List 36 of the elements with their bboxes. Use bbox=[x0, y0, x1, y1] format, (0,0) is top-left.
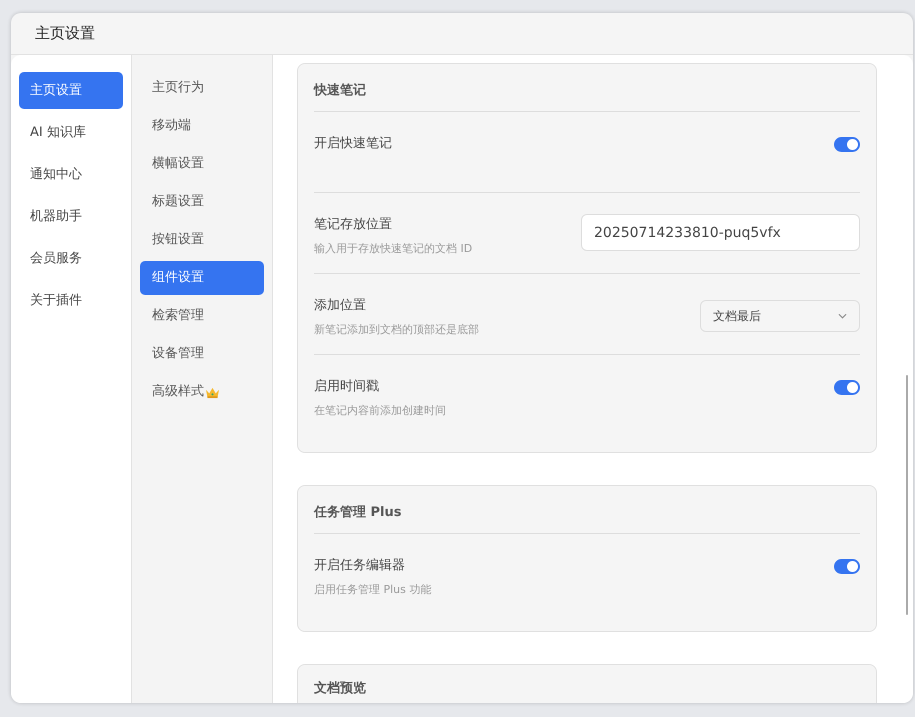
setting-label: 启用时间戳 bbox=[314, 378, 380, 395]
section-title: 快速笔记 bbox=[314, 64, 860, 112]
section-title: 任务管理 Plus bbox=[314, 486, 860, 534]
setting-label: 笔记存放位置 bbox=[314, 216, 393, 233]
subnav-item[interactable]: 移动端 bbox=[140, 109, 264, 143]
subnav-item[interactable]: 高级样式 bbox=[140, 375, 264, 409]
crown-icon bbox=[205, 386, 220, 398]
setting-label: 添加位置 bbox=[314, 297, 367, 314]
window-title: 主页设置 bbox=[35, 24, 95, 43]
nav-item[interactable]: 机器助手 bbox=[19, 198, 123, 235]
subnav-item[interactable]: 组件设置 bbox=[140, 261, 264, 295]
document-id-field[interactable]: 20250714233810-puq5vfx bbox=[581, 214, 860, 251]
nav-item[interactable]: 关于插件 bbox=[19, 282, 123, 319]
position-dropdown[interactable]: 文档最后 bbox=[700, 300, 860, 332]
toggle-switch[interactable] bbox=[834, 380, 860, 395]
setting-description: 新笔记添加到文档的顶部还是底部 bbox=[314, 322, 479, 337]
chevron-down-icon bbox=[838, 313, 847, 319]
nav-item[interactable]: 会员服务 bbox=[19, 240, 123, 277]
scrollbar[interactable] bbox=[906, 375, 908, 615]
toggle-switch[interactable] bbox=[834, 137, 860, 152]
subnav-item[interactable]: 设备管理 bbox=[140, 337, 264, 371]
subnav-item[interactable]: 检索管理 bbox=[140, 299, 264, 333]
nav-item[interactable]: 通知中心 bbox=[19, 156, 123, 193]
setting-description: 在笔记内容前添加创建时间 bbox=[314, 403, 446, 418]
setting-label: 开启任务编辑器 bbox=[314, 557, 406, 574]
section-title: 文档预览 bbox=[314, 680, 367, 698]
subnav-item[interactable]: 标题设置 bbox=[140, 185, 264, 219]
subnav-item[interactable]: 横幅设置 bbox=[140, 147, 264, 181]
toggle-switch[interactable] bbox=[834, 559, 860, 574]
setting-description: 启用任务管理 Plus 功能 bbox=[314, 582, 432, 597]
nav-item[interactable]: 主页设置 bbox=[19, 72, 123, 109]
setting-description: 输入用于存放快速笔记的文档 ID bbox=[314, 241, 472, 256]
nav-item[interactable]: AI 知识库 bbox=[19, 114, 123, 151]
setting-label: 开启快速笔记 bbox=[314, 135, 392, 152]
subnav-item[interactable]: 按钮设置 bbox=[140, 223, 264, 257]
subnav-item[interactable]: 主页行为 bbox=[140, 71, 264, 105]
